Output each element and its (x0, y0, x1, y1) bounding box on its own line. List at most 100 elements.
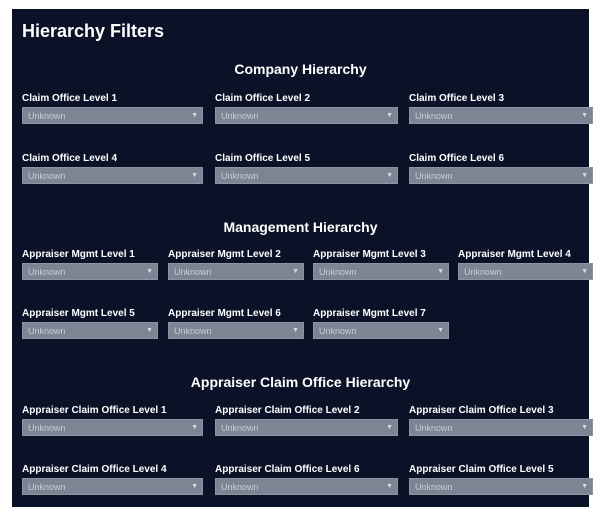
appraiser-claim-office-hierarchy-title: Appraiser Claim Office Hierarchy (190, 374, 411, 390)
management-hierarchy-title: Management Hierarchy (223, 219, 378, 235)
dropdown-value: Unknown (415, 111, 453, 121)
appraiser-mgmt-level-2-dropdown[interactable]: Unknown ▼ (168, 263, 304, 280)
appraiser-mgmt-level-5-dropdown[interactable]: Unknown ▼ (22, 322, 158, 339)
dropdown-value: Unknown (221, 171, 259, 181)
field-label: Claim Office Level 5 (215, 153, 311, 164)
appraiser-claim-office-level-3-filter: Appraiser Claim Office Level 3 Unknown ▼ (409, 404, 593, 436)
chevron-down-icon: ▼ (191, 172, 198, 179)
dropdown-value: Unknown (174, 326, 212, 336)
claim-office-level-5-dropdown[interactable]: Unknown ▼ (215, 167, 398, 184)
appraiser-mgmt-level-3-filter: Appraiser Mgmt Level 3 Unknown ▼ (313, 248, 449, 280)
chevron-down-icon: ▼ (386, 112, 393, 119)
appraiser-claim-office-level-2-dropdown[interactable]: Unknown ▼ (215, 419, 398, 436)
field-label: Appraiser Claim Office Level 3 (409, 405, 554, 416)
field-label: Appraiser Mgmt Level 4 (458, 249, 571, 260)
chevron-down-icon: ▼ (437, 268, 444, 275)
appraiser-mgmt-level-1-dropdown[interactable]: Unknown ▼ (22, 263, 158, 280)
dropdown-value: Unknown (221, 482, 259, 492)
field-label: Appraiser Claim Office Level 2 (215, 405, 360, 416)
chevron-down-icon: ▼ (292, 327, 299, 334)
dropdown-value: Unknown (415, 482, 453, 492)
dropdown-value: Unknown (28, 482, 66, 492)
claim-office-level-1-filter: Claim Office Level 1 Unknown ▼ (22, 92, 203, 124)
chevron-down-icon: ▼ (437, 327, 444, 334)
dropdown-value: Unknown (415, 171, 453, 181)
chevron-down-icon: ▼ (386, 483, 393, 490)
claim-office-level-4-dropdown[interactable]: Unknown ▼ (22, 167, 203, 184)
appraiser-mgmt-level-7-dropdown[interactable]: Unknown ▼ (313, 322, 449, 339)
chevron-down-icon: ▼ (191, 483, 198, 490)
appraiser-mgmt-level-7-filter: Appraiser Mgmt Level 7 Unknown ▼ (313, 307, 449, 339)
appraiser-mgmt-level-3-dropdown[interactable]: Unknown ▼ (313, 263, 449, 280)
dropdown-value: Unknown (28, 326, 66, 336)
appraiser-claim-office-level-5-filter: Appraiser Claim Office Level 5 Unknown ▼ (409, 463, 593, 495)
dropdown-value: Unknown (28, 111, 66, 121)
field-label: Appraiser Mgmt Level 3 (313, 249, 426, 260)
field-label: Appraiser Mgmt Level 2 (168, 249, 281, 260)
chevron-down-icon: ▼ (146, 268, 153, 275)
chevron-down-icon: ▼ (581, 424, 588, 431)
dropdown-value: Unknown (28, 171, 66, 181)
dropdown-value: Unknown (319, 326, 357, 336)
appraiser-claim-office-level-5-dropdown[interactable]: Unknown ▼ (409, 478, 593, 495)
field-label: Claim Office Level 4 (22, 153, 118, 164)
claim-office-level-5-filter: Claim Office Level 5 Unknown ▼ (215, 152, 398, 184)
hierarchy-filters-panel: Hierarchy Filters Company Hierarchy Clai… (12, 9, 593, 507)
appraiser-mgmt-level-4-dropdown[interactable]: Unknown ▼ (458, 263, 593, 280)
dropdown-value: Unknown (464, 267, 502, 277)
field-label: Appraiser Claim Office Level 6 (215, 464, 360, 475)
appraiser-claim-office-level-1-filter: Appraiser Claim Office Level 1 Unknown ▼ (22, 404, 203, 436)
chevron-down-icon: ▼ (386, 424, 393, 431)
chevron-down-icon: ▼ (191, 112, 198, 119)
chevron-down-icon: ▼ (581, 483, 588, 490)
appraiser-claim-office-level-6-filter: Appraiser Claim Office Level 6 Unknown ▼ (215, 463, 398, 495)
field-label: Appraiser Claim Office Level 4 (22, 464, 167, 475)
chevron-down-icon: ▼ (581, 268, 588, 275)
dropdown-value: Unknown (174, 267, 212, 277)
chevron-down-icon: ▼ (292, 268, 299, 275)
chevron-down-icon: ▼ (386, 172, 393, 179)
claim-office-level-3-dropdown[interactable]: Unknown ▼ (409, 107, 593, 124)
appraiser-mgmt-level-5-filter: Appraiser Mgmt Level 5 Unknown ▼ (22, 307, 158, 339)
claim-office-level-2-filter: Claim Office Level 2 Unknown ▼ (215, 92, 398, 124)
appraiser-claim-office-level-1-dropdown[interactable]: Unknown ▼ (22, 419, 203, 436)
claim-office-level-2-dropdown[interactable]: Unknown ▼ (215, 107, 398, 124)
field-label: Claim Office Level 1 (22, 93, 118, 104)
dropdown-value: Unknown (319, 267, 357, 277)
field-label: Appraiser Mgmt Level 6 (168, 308, 281, 319)
appraiser-claim-office-level-3-dropdown[interactable]: Unknown ▼ (409, 419, 593, 436)
dropdown-value: Unknown (221, 111, 259, 121)
field-label: Appraiser Claim Office Level 1 (22, 405, 167, 416)
field-label: Claim Office Level 6 (409, 153, 505, 164)
chevron-down-icon: ▼ (146, 327, 153, 334)
dropdown-value: Unknown (28, 423, 66, 433)
appraiser-mgmt-level-1-filter: Appraiser Mgmt Level 1 Unknown ▼ (22, 248, 158, 280)
dropdown-value: Unknown (415, 423, 453, 433)
appraiser-mgmt-level-6-filter: Appraiser Mgmt Level 6 Unknown ▼ (168, 307, 304, 339)
claim-office-level-6-dropdown[interactable]: Unknown ▼ (409, 167, 593, 184)
chevron-down-icon: ▼ (581, 112, 588, 119)
field-label: Appraiser Mgmt Level 1 (22, 249, 135, 260)
chevron-down-icon: ▼ (581, 172, 588, 179)
claim-office-level-3-filter: Claim Office Level 3 Unknown ▼ (409, 92, 593, 124)
field-label: Appraiser Mgmt Level 5 (22, 308, 135, 319)
chevron-down-icon: ▼ (191, 424, 198, 431)
claim-office-level-4-filter: Claim Office Level 4 Unknown ▼ (22, 152, 203, 184)
appraiser-claim-office-level-6-dropdown[interactable]: Unknown ▼ (215, 478, 398, 495)
appraiser-claim-office-level-4-filter: Appraiser Claim Office Level 4 Unknown ▼ (22, 463, 203, 495)
field-label: Claim Office Level 2 (215, 93, 311, 104)
appraiser-claim-office-level-2-filter: Appraiser Claim Office Level 2 Unknown ▼ (215, 404, 398, 436)
page-title: Hierarchy Filters (22, 21, 165, 41)
appraiser-mgmt-level-2-filter: Appraiser Mgmt Level 2 Unknown ▼ (168, 248, 304, 280)
field-label: Claim Office Level 3 (409, 93, 505, 104)
field-label: Appraiser Claim Office Level 5 (409, 464, 554, 475)
claim-office-level-6-filter: Claim Office Level 6 Unknown ▼ (409, 152, 593, 184)
field-label: Appraiser Mgmt Level 7 (313, 308, 426, 319)
company-hierarchy-title: Company Hierarchy (234, 61, 367, 77)
appraiser-mgmt-level-6-dropdown[interactable]: Unknown ▼ (168, 322, 304, 339)
appraiser-claim-office-level-4-dropdown[interactable]: Unknown ▼ (22, 478, 203, 495)
dropdown-value: Unknown (28, 267, 66, 277)
claim-office-level-1-dropdown[interactable]: Unknown ▼ (22, 107, 203, 124)
dropdown-value: Unknown (221, 423, 259, 433)
appraiser-mgmt-level-4-filter: Appraiser Mgmt Level 4 Unknown ▼ (458, 248, 593, 280)
